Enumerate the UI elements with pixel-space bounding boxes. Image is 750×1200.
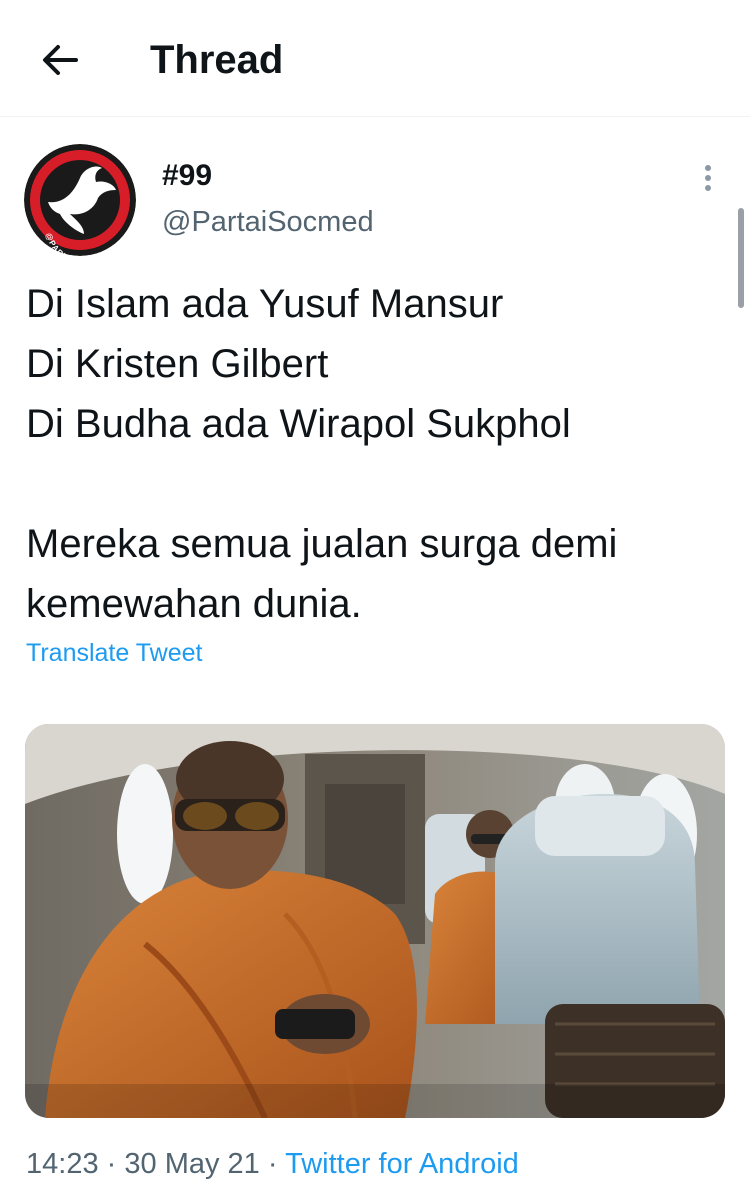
tweet-photo[interactable] [25,724,725,1118]
meta-separator: · [267,1148,278,1180]
party-logo-image: @PARTAISOCMED [24,144,136,256]
meta-separator: · [106,1148,117,1180]
tweet-line: Mereka semua jualan surga demi [26,522,618,566]
author-avatar[interactable]: @PARTAISOCMED [24,144,136,256]
tweet-line: kemewahan dunia. [26,582,362,626]
tweet-text: Di Islam ada Yusuf Mansur Di Kristen Gil… [26,274,726,634]
top-bar: Thread [0,0,750,117]
scrollbar-thumb[interactable] [738,208,744,308]
tweet-date: 30 May 21 [124,1148,260,1180]
page-title: Thread [150,38,284,82]
arrow-left-icon [43,45,78,75]
tweet-line: Di Islam ada Yusuf Mansur [26,282,504,326]
tweet-meta: 14:23 · 30 May 21 · Twitter for Android [26,1145,519,1183]
tweet-line: Di Budha ada Wirapol Sukphol [26,402,571,446]
translate-tweet-link[interactable]: Translate Tweet [26,636,202,670]
author-name[interactable]: #99 [162,158,212,194]
more-vertical-icon [705,165,711,191]
tweet-line: Di Kristen Gilbert [26,342,329,386]
photo-monks-in-jet [25,724,725,1118]
back-button[interactable] [34,36,86,84]
tweet-time: 14:23 [26,1148,99,1180]
tweet-source-link[interactable]: Twitter for Android [285,1148,519,1180]
author-handle[interactable]: @PartaiSocmed [162,204,374,240]
more-options-button[interactable] [694,158,722,198]
